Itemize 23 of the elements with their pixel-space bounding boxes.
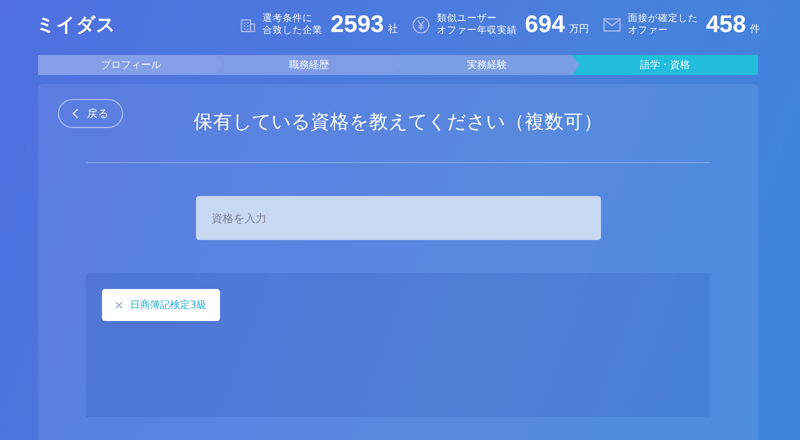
progress-step: 職務経歴: [216, 55, 402, 75]
stat-value: 2593: [330, 11, 384, 39]
stat-label: 類似ユーザー オファー年収実績: [436, 13, 517, 37]
input-field[interactable]: 資格を入力: [196, 196, 600, 240]
back-button[interactable]: 戻る: [58, 99, 123, 128]
question-title: 保有している資格を教えてください（複数可）: [193, 110, 603, 134]
stat-unit: 社: [388, 22, 398, 36]
progress-step: 実務経験: [394, 55, 580, 75]
progress-step: プロフィール: [38, 55, 224, 75]
stat-label: 選考条件に 合致した企業: [262, 13, 323, 37]
yen-icon: [412, 16, 430, 34]
remove-button[interactable]: ×: [114, 298, 124, 312]
stat-unit: 万円: [568, 23, 589, 36]
mail-icon: [602, 18, 621, 32]
stat-value: 458: [706, 11, 746, 39]
progress-step: 語学・資格: [572, 55, 758, 75]
tag-label: 日商簿記検定3級: [130, 298, 206, 312]
logo[interactable]: ミイダス: [36, 12, 116, 38]
stat-value: 694: [524, 11, 565, 39]
stat-unit: 件: [750, 23, 760, 36]
stat-label: 面接が確定した オファー: [628, 13, 698, 37]
chevron-left-icon: [72, 108, 79, 119]
building-icon: [240, 17, 256, 33]
